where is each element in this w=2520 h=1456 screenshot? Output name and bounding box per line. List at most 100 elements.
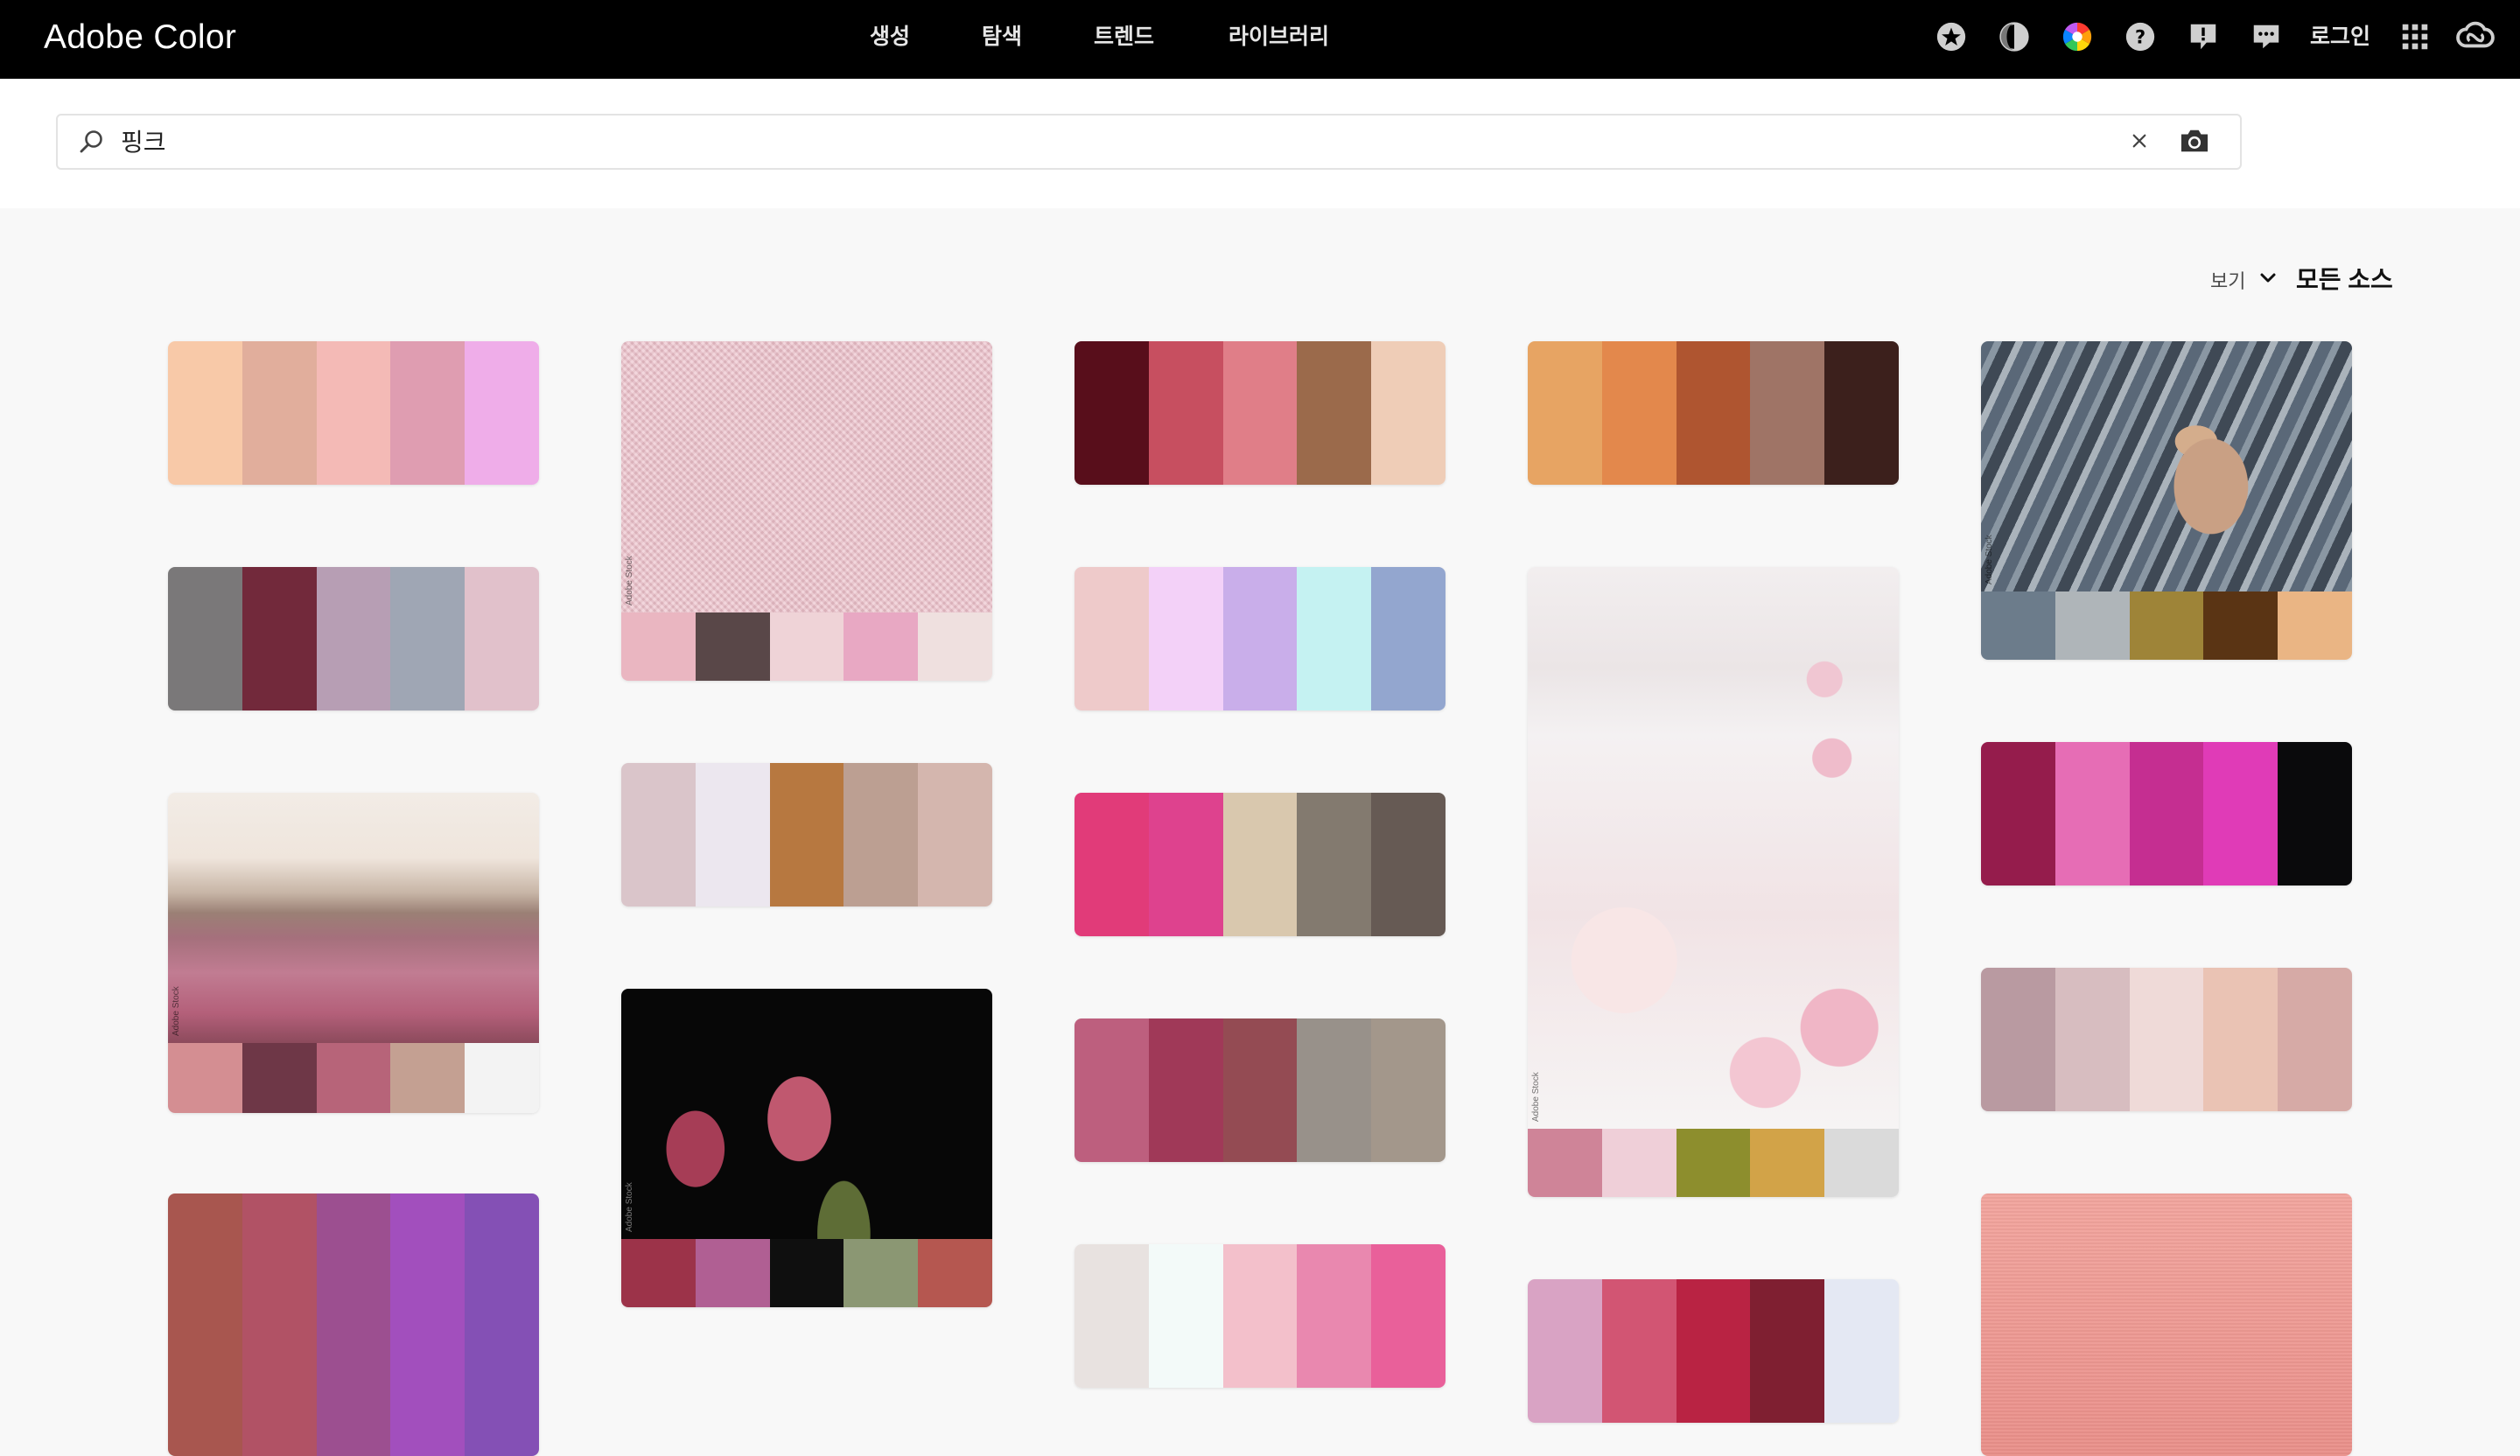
color-swatch xyxy=(2054,968,2130,1111)
color-swatch xyxy=(2203,968,2278,1111)
color-swatch xyxy=(1148,1018,1223,1162)
swatch-row xyxy=(1074,567,1446,710)
theme-card[interactable]: Adobe Stock xyxy=(168,793,539,1113)
color-swatch xyxy=(242,1194,317,1456)
color-swatch xyxy=(1074,567,1149,710)
color-swatch xyxy=(2278,592,2352,660)
swatch-row xyxy=(168,1194,539,1456)
color-swatch xyxy=(2054,592,2130,660)
color-swatch xyxy=(769,1239,844,1307)
color-swatch xyxy=(168,567,242,710)
theme-card[interactable]: Adobe Stock xyxy=(1981,341,2352,660)
clear-search-button[interactable] xyxy=(2124,126,2154,156)
color-swatch xyxy=(1824,341,1899,485)
color-swatch xyxy=(1676,341,1751,485)
search-input[interactable] xyxy=(121,124,2133,158)
color-swatch xyxy=(769,763,844,906)
color-swatch xyxy=(1074,341,1149,485)
theme-card[interactable] xyxy=(1528,341,1899,485)
theme-card[interactable] xyxy=(1074,341,1446,485)
color-swatch xyxy=(918,763,992,906)
color-swatch xyxy=(1601,1279,1676,1423)
star-icon[interactable] xyxy=(1934,19,1969,54)
color-swatch xyxy=(1371,567,1446,710)
color-swatch xyxy=(242,1043,317,1113)
feedback-icon[interactable] xyxy=(2186,19,2221,54)
nav-trends[interactable]: 트렌드 xyxy=(1094,0,1154,74)
nav-explore[interactable]: 탐색 xyxy=(982,0,1022,74)
color-swatch xyxy=(1148,567,1223,710)
stock-watermark: Adobe Stock xyxy=(1984,535,1994,584)
creative-cloud-icon[interactable] xyxy=(2454,19,2497,54)
chevron-down-icon[interactable] xyxy=(2258,268,2278,289)
swatch-row xyxy=(1074,793,1446,936)
color-swatch xyxy=(2203,742,2278,886)
swatch-row xyxy=(1074,1018,1446,1162)
camera-search-icon[interactable] xyxy=(2175,122,2214,159)
color-swatch xyxy=(1981,742,2055,886)
theme-photo: Adobe Stock xyxy=(168,793,539,1043)
theme-card[interactable]: Adobe Stock xyxy=(621,341,992,681)
source-filter-dropdown[interactable]: 모든 소스 xyxy=(2296,261,2393,296)
top-bar: Adobe Color 생성 탐색 트렌드 라이브러리 ? 로그인 xyxy=(0,0,2520,79)
theme-card[interactable] xyxy=(168,567,539,710)
color-swatch xyxy=(1222,341,1298,485)
color-swatch xyxy=(2278,742,2352,886)
swatch-row xyxy=(1981,742,2352,886)
color-swatch xyxy=(1297,793,1372,936)
color-swatch xyxy=(316,567,391,710)
color-swatch xyxy=(465,567,539,710)
theme-photo: Adobe Stock xyxy=(621,341,992,612)
theme-card[interactable] xyxy=(1981,968,2352,1111)
login-link[interactable]: 로그인 xyxy=(2310,0,2370,74)
contrast-icon[interactable] xyxy=(1997,19,2032,54)
nav-library[interactable]: 라이브러리 xyxy=(1228,0,1329,74)
color-swatch xyxy=(1750,341,1825,485)
color-swatch xyxy=(242,567,317,710)
color-swatch xyxy=(621,1239,696,1307)
search-box xyxy=(56,114,2242,170)
color-swatch xyxy=(1371,1018,1446,1162)
swatch-row xyxy=(1074,341,1446,485)
color-swatch xyxy=(465,1194,539,1456)
view-bar: 보기 모든 소스 xyxy=(0,261,2520,299)
theme-card[interactable] xyxy=(1981,1194,2352,1456)
color-swatch xyxy=(1074,793,1149,936)
search-band xyxy=(0,79,2520,208)
theme-card[interactable] xyxy=(1074,567,1446,710)
theme-card[interactable] xyxy=(168,1194,539,1456)
color-swatch xyxy=(168,1043,242,1113)
swatch-row xyxy=(1074,1244,1446,1388)
theme-card[interactable]: Adobe Stock xyxy=(1528,567,1899,1197)
color-swatch xyxy=(316,341,391,485)
apps-grid-icon[interactable] xyxy=(2398,19,2432,54)
theme-card[interactable] xyxy=(1074,1018,1446,1162)
help-icon[interactable]: ? xyxy=(2123,19,2158,54)
theme-card[interactable] xyxy=(621,763,992,906)
theme-card[interactable] xyxy=(168,341,539,485)
color-swatch xyxy=(1750,1129,1825,1197)
color-swatch xyxy=(1371,1244,1446,1388)
color-swatch xyxy=(1371,793,1446,936)
color-swatch xyxy=(1981,968,2055,1111)
color-swatch xyxy=(918,1239,992,1307)
theme-card[interactable] xyxy=(1074,1244,1446,1388)
swatch-row xyxy=(168,341,539,485)
color-swatch xyxy=(2129,592,2204,660)
color-swatch xyxy=(1297,567,1372,710)
color-swatch xyxy=(1528,341,1602,485)
color-swatch xyxy=(1222,793,1298,936)
color-swatch xyxy=(695,612,770,681)
chat-icon[interactable] xyxy=(2249,19,2284,54)
swatch-row xyxy=(1528,341,1899,485)
theme-card[interactable]: Adobe Stock xyxy=(621,989,992,1307)
color-wheel-icon[interactable] xyxy=(2060,19,2095,54)
theme-card[interactable] xyxy=(1981,742,2352,886)
color-swatch xyxy=(918,612,992,681)
color-swatch xyxy=(2129,742,2204,886)
color-swatch xyxy=(390,567,466,710)
theme-card[interactable] xyxy=(1074,793,1446,936)
color-swatch xyxy=(1676,1129,1751,1197)
nav-create[interactable]: 생성 xyxy=(870,0,910,74)
theme-card[interactable] xyxy=(1528,1279,1899,1423)
